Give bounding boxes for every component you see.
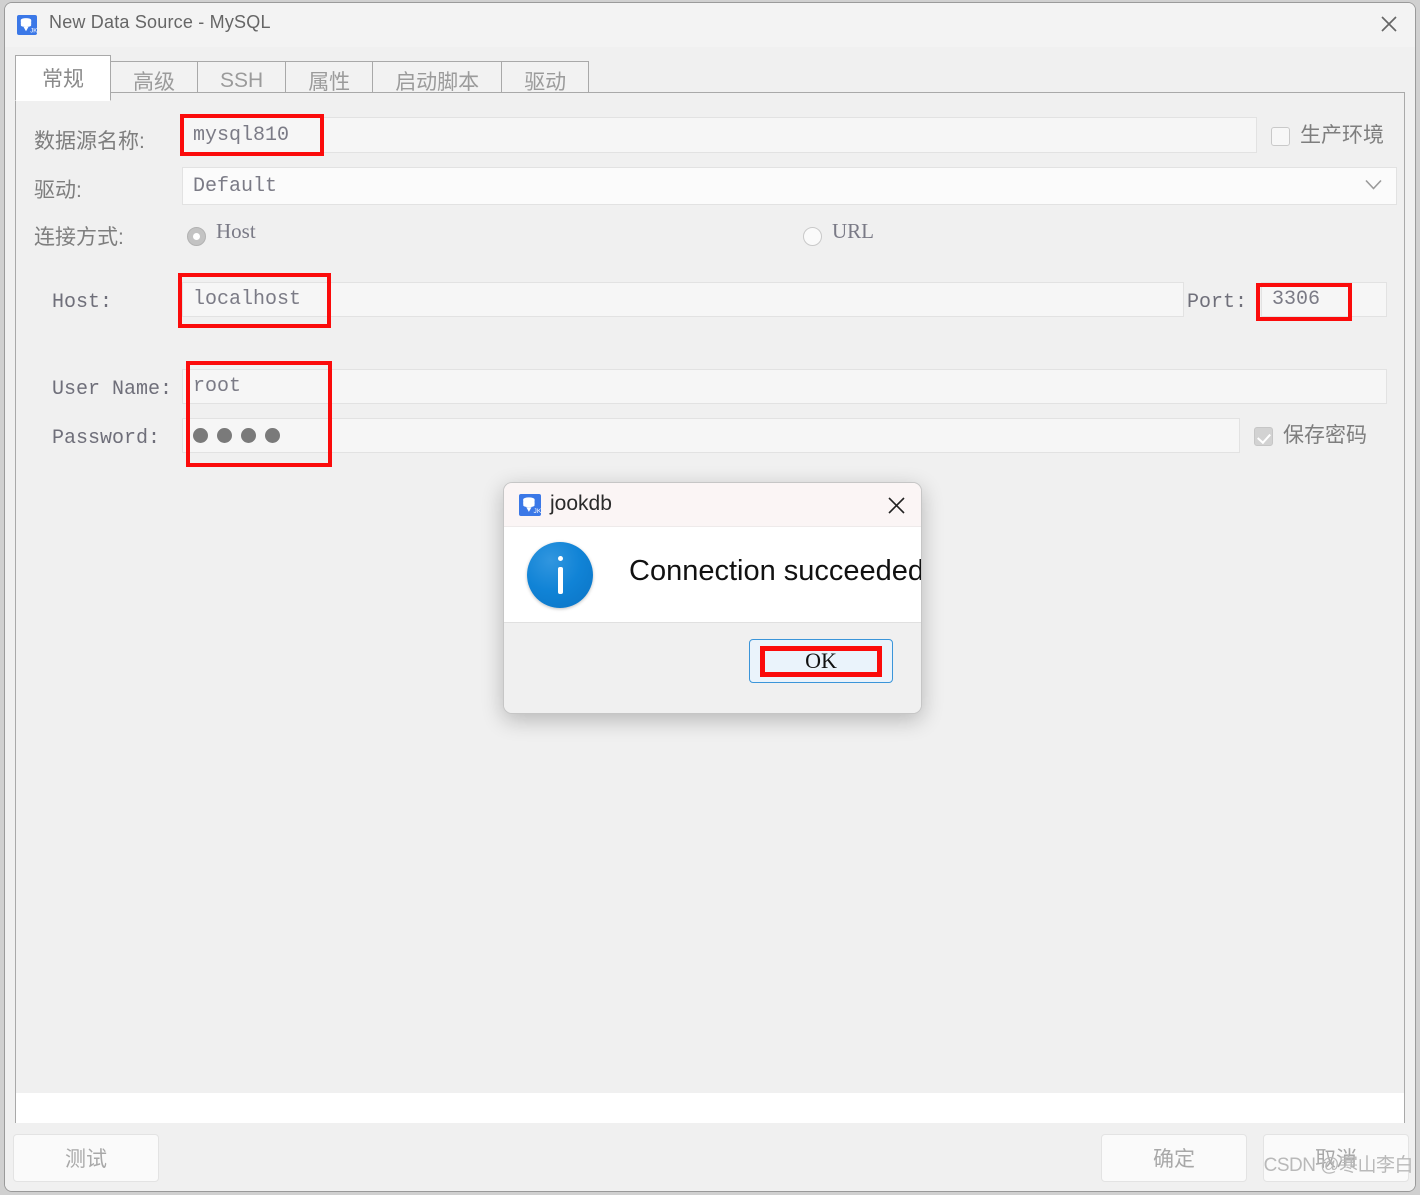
password-masked-value [193, 428, 280, 443]
password-label: Password: [52, 427, 161, 450]
modal-titlebar: JK jookdb [504, 483, 921, 527]
close-icon[interactable] [1363, 3, 1415, 45]
modal-footer: OK [504, 623, 921, 713]
username-input[interactable]: root [182, 369, 1387, 404]
host-label: Host: [52, 291, 113, 314]
modal-body: Connection succeeded. [504, 527, 921, 623]
username-label: User Name: [52, 378, 173, 401]
datasource-name-label: 数据源名称: [34, 130, 145, 153]
radio-host-label: Host [216, 219, 256, 243]
svg-text:JK: JK [534, 508, 541, 515]
connection-result-dialog: JK jookdb Connection succeeded. OK [503, 482, 922, 714]
close-icon[interactable] [879, 491, 913, 519]
radio-url-label: URL [832, 219, 874, 243]
modal-message: Connection succeeded. [629, 555, 922, 587]
window-title: New Data Source - MySQL [49, 12, 271, 32]
info-icon [527, 542, 593, 608]
tab-general[interactable]: 常规 [15, 55, 111, 101]
database-icon: JK [519, 494, 542, 516]
production-env-checkbox[interactable] [1271, 127, 1290, 146]
driver-select[interactable]: Default [182, 167, 1397, 205]
save-password-label: 保存密码 [1283, 424, 1367, 447]
dialog-footer: 测试 确定 取消 CSDN @寒山李白 [5, 1123, 1415, 1191]
save-password-checkbox[interactable] [1254, 427, 1273, 446]
host-input[interactable]: localhost [182, 282, 1184, 317]
csdn-watermark: CSDN @寒山李白 [1263, 1155, 1414, 1176]
production-env-label: 生产环境 [1300, 124, 1384, 147]
test-button[interactable]: 测试 [13, 1134, 159, 1182]
driver-label: 驱动: [34, 179, 82, 202]
modal-ok-button[interactable]: OK [749, 639, 893, 683]
database-icon: JK [17, 15, 37, 35]
modal-title: jookdb [550, 492, 612, 515]
datasource-name-input[interactable]: mysql810 [182, 117, 1257, 153]
svg-text:JK: JK [30, 28, 37, 34]
radio-host[interactable] [187, 227, 206, 246]
radio-url[interactable] [803, 227, 822, 246]
chevron-down-icon [1365, 175, 1382, 198]
ok-button[interactable]: 确定 [1101, 1134, 1247, 1182]
password-input[interactable] [182, 418, 1240, 453]
window-titlebar: JK New Data Source - MySQL [5, 3, 1415, 47]
port-label: Port: [1187, 291, 1248, 314]
connection-mode-label: 连接方式: [34, 226, 124, 249]
port-input[interactable]: 3306 [1261, 282, 1387, 317]
